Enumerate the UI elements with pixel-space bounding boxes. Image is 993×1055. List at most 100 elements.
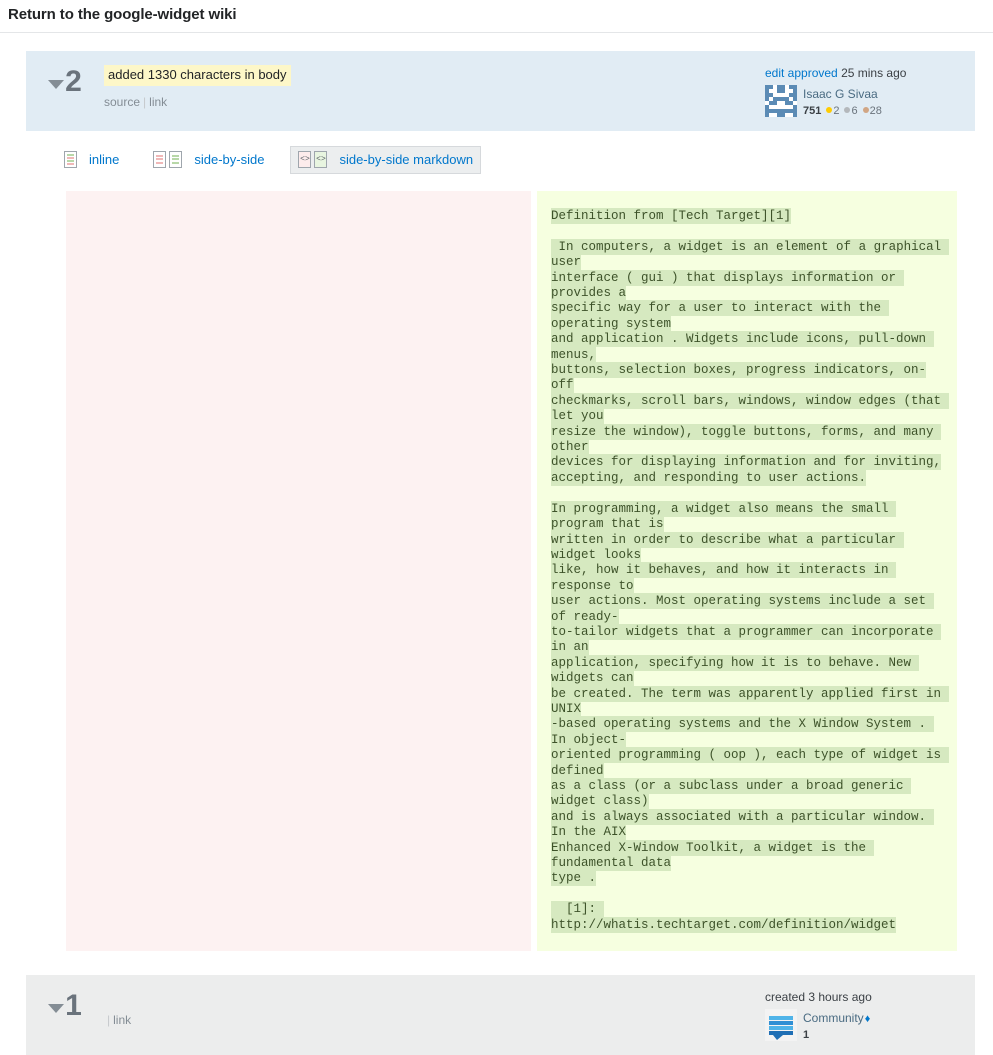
inserted-text: and is always associated with a particul… [551,808,934,841]
diff-line: and application . Widgets include icons,… [551,331,945,363]
diff-line: specific way for a user to interact with… [551,300,945,332]
diff-line: resize the window), toggle buttons, form… [551,423,945,456]
diff-viewer: Definition from [Tech Target][1] In comp… [66,191,957,952]
tab-side-by-side-markdown[interactable]: <> <> side-by-side markdown [290,146,482,174]
revision-action: created [765,990,806,1005]
diff-added-content: Definition from [Tech Target][1] In comp… [551,208,949,933]
bronze-badge-icon [862,106,869,113]
diff-line: written in order to describe what a part… [551,531,945,564]
inserted-text: buttons, selection boxes, progress indic… [551,362,927,394]
diff-line: Enhanced X-Window Toolkit, a widget is t… [551,839,945,872]
diff-line: be created. The term was apparently appl… [551,685,949,718]
revision-header: 1 | link created 3 hours ago Community♦ … [26,975,975,1055]
tab-inline-label: inline [89,152,120,167]
inserted-text: interface ( gui ) that displays informat… [551,269,904,302]
diff-line: to-tailor widgets that a programmer can … [551,623,945,656]
inserted-text: Enhanced X-Window Toolkit, a widget is t… [551,839,874,872]
title-divider [0,32,993,33]
diff-line: In programming, a widget also means the … [551,500,945,533]
revision-user-card: edit approved 25 mins ago Isaac G Sivaa … [765,59,975,118]
diff-blank-line [551,486,945,501]
diff-line: like, how it behaves, and how it interac… [551,562,945,594]
diff-line: checkmarks, scroll bars, windows, window… [551,392,949,425]
revision-entry-1: 1 | link created 3 hours ago Community♦ … [26,975,975,1055]
community-bubble-avatar[interactable] [765,1009,797,1042]
inserted-text: and application . Widgets include icons,… [551,331,934,363]
tab-inline[interactable]: inline [56,146,127,174]
inserted-text: [1]: http://whatis.techtarget.com/defini… [551,901,897,933]
diff-line: devices for displaying information and f… [551,454,945,471]
source-link[interactable]: source [104,95,140,109]
reputation-score: 751 [803,104,822,117]
user-meta: Community♦ 1 [803,1009,870,1042]
revision-timestamp: edit approved 25 mins ago [765,66,975,80]
user-reputation-line: 751 2 6 28 [803,104,882,118]
link-separator: | [107,1013,111,1028]
page-title: Return to the google-widget wiki [8,6,237,23]
revision-number: 2 [65,65,82,98]
diff-pane-added: Definition from [Tech Target][1] In comp… [537,191,957,952]
diff-line: accepting, and responding to user action… [551,469,945,486]
inserted-text: written in order to describe what a part… [551,531,904,563]
link-separator: | [143,95,147,110]
diff-line: Definition from [Tech Target][1] [551,208,945,224]
revision-relative-time: 25 mins ago [841,66,907,80]
permalink-link[interactable]: link [113,1013,131,1027]
inserted-text: application, specifying how it is to beh… [551,654,919,687]
moderator-diamond-icon: ♦ [864,1013,871,1026]
inserted-text: to-tailor widgets that a programmer can … [551,623,942,656]
user-name-link[interactable]: Community [803,1011,864,1025]
inserted-text: In computers, a widget is an element of … [551,238,949,271]
inserted-text: user actions. Most operating systems inc… [551,593,934,625]
revision-main: added 1330 characters in body source | lin… [104,59,765,109]
revision-entry-2: 2 added 1330 characters in body source | l… [26,51,975,952]
inserted-text: checkmarks, scroll bars, windows, window… [551,392,949,425]
collapse-caret-icon[interactable] [48,1003,65,1013]
page-header: Return to the google-widget wiki [0,0,993,23]
revision-header: 2 added 1330 characters in body source | l… [26,51,975,131]
revision-timestamp: created 3 hours ago [765,990,975,1004]
revision-vote-area[interactable]: 2 [26,59,104,97]
reputation-score: 1 [803,1028,810,1041]
collapse-caret-icon[interactable] [48,79,65,89]
side-by-side-markdown-icon: <> <> [298,151,330,168]
revision-user-card: created 3 hours ago Community♦ 1 [765,983,975,1042]
user-name-link[interactable]: Isaac G Sivaa [803,87,878,101]
inserted-text: devices for displaying information and f… [551,454,942,471]
bronze-badge-count: 28 [869,104,882,117]
diff-line: user actions. Most operating systems inc… [551,593,945,625]
permalink-link[interactable]: link [149,95,167,109]
revision-vote-area[interactable]: 1 [26,983,104,1021]
gold-badge-icon [826,106,833,113]
diff-line: interface ( gui ) that displays informat… [551,269,945,302]
revision-comment: added 1330 characters in body [104,65,291,87]
user-details: Isaac G Sivaa 751 2 6 28 [765,85,975,118]
tab-side-by-side[interactable]: side-by-side [145,146,272,174]
tab-side-by-side-markdown-label: side-by-side markdown [339,152,474,167]
revision-links: source | link [104,95,765,109]
diff-blank-line [551,224,945,239]
revision-links: | link [104,1013,765,1027]
inserted-text: Definition from [Tech Target][1] [551,208,792,224]
inserted-text: -based operating systems and the X Windo… [551,716,934,748]
silver-badge-count: 6 [851,104,858,117]
side-by-side-diff-icon [153,151,185,168]
inserted-text: oriented programming ( oop ), each type … [551,747,949,779]
diff-line: In computers, a widget is an element of … [551,238,949,271]
diff-line: oriented programming ( oop ), each type … [551,747,949,779]
identicon-avatar[interactable] [765,85,797,117]
inserted-text: resize the window), toggle buttons, form… [551,423,942,456]
revision-comment [104,996,112,1001]
silver-badge-icon [844,106,851,113]
diff-line: [1]: http://whatis.techtarget.com/defini… [551,901,945,933]
inline-diff-icon [64,151,80,168]
diff-line: type . [551,870,945,887]
diff-pane-removed [66,191,531,952]
revision-number: 1 [65,989,82,1023]
diff-line: -based operating systems and the X Windo… [551,716,945,748]
diff-line: as a class (or a subclass under a broad … [551,778,945,810]
gold-badge-count: 2 [833,104,840,117]
inserted-text: like, how it behaves, and how it interac… [551,562,897,594]
diff-line: application, specifying how it is to beh… [551,654,945,687]
revision-action[interactable]: edit approved [765,66,838,80]
